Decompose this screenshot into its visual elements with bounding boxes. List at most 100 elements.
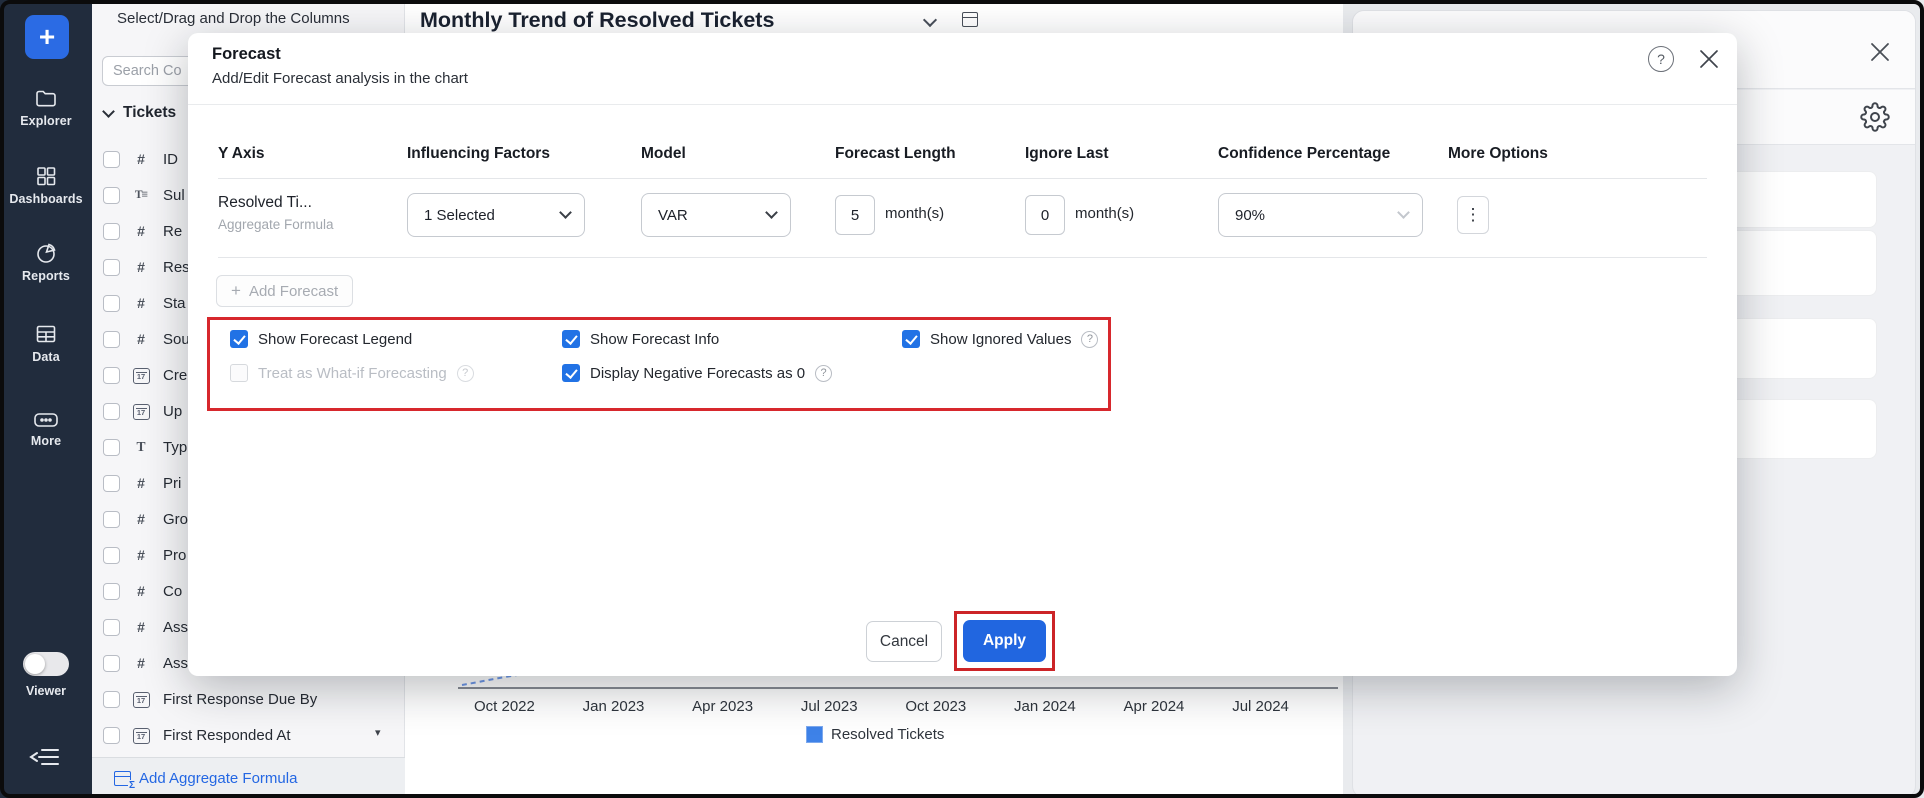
collapse-sidebar-icon[interactable]	[28, 744, 64, 775]
chevron-down-icon[interactable]	[923, 13, 937, 27]
close-icon[interactable]	[1696, 46, 1722, 77]
checkbox[interactable]	[103, 475, 120, 492]
sidebar-item-data[interactable]: Data	[0, 322, 92, 364]
checkbox-checked[interactable]	[902, 330, 920, 348]
checkbox[interactable]	[103, 367, 120, 384]
confidence-percentage-select[interactable]: 90%	[1218, 193, 1423, 237]
sidebar-item-label: Dashboards	[0, 192, 92, 206]
checkbox[interactable]	[103, 151, 120, 168]
checkbox[interactable]	[103, 403, 120, 420]
checkbox[interactable]	[103, 619, 120, 636]
legend-swatch	[806, 726, 823, 743]
cancel-button[interactable]: Cancel	[866, 621, 942, 662]
help-icon: ?	[457, 365, 474, 382]
forecast-length-input[interactable]	[835, 195, 875, 235]
option-show-forecast-legend[interactable]: Show Forecast Legend	[230, 330, 412, 348]
model-select[interactable]: VAR	[641, 193, 791, 237]
column-label: Pri	[163, 475, 181, 492]
column-label: Co	[163, 583, 182, 600]
create-new-button[interactable]: +	[25, 15, 69, 59]
checkbox[interactable]	[103, 259, 120, 276]
help-icon[interactable]: ?	[815, 365, 832, 382]
checkbox[interactable]	[103, 439, 120, 456]
help-icon[interactable]: ?	[1648, 46, 1674, 72]
table-view-icon[interactable]	[962, 12, 978, 27]
highlighted-options-section: Show Forecast Legend Show Forecast Info …	[207, 317, 1111, 411]
column-label: Sul	[163, 187, 185, 204]
sidebar-item-more[interactable]: More	[0, 410, 92, 448]
option-treat-as-whatif: Treat as What-if Forecasting ?	[230, 364, 474, 382]
help-icon[interactable]: ?	[1081, 331, 1098, 348]
checkbox[interactable]	[103, 187, 120, 204]
sidebar-item-dashboards[interactable]: Dashboards	[0, 164, 92, 206]
column-label: Ass	[163, 655, 188, 672]
column-label: First Response Due By	[163, 691, 317, 708]
column-label: Up	[163, 403, 182, 420]
list-item[interactable]: 17 First Responded At	[92, 717, 405, 753]
sidebar-item-label: Reports	[0, 269, 92, 283]
number-icon: #	[128, 583, 154, 599]
checkbox-checked[interactable]	[230, 330, 248, 348]
column-label: Res	[163, 259, 190, 276]
checkbox[interactable]	[103, 583, 120, 600]
forecast-modal: Forecast Add/Edit Forecast analysis in t…	[188, 33, 1737, 676]
checkbox-unchecked	[230, 364, 248, 382]
date-icon: 17	[133, 404, 150, 420]
col-header-confidence: Confidence Percentage	[1218, 145, 1390, 163]
number-icon: #	[128, 223, 154, 239]
checkbox-checked[interactable]	[562, 330, 580, 348]
column-label: Ass	[163, 619, 188, 636]
checkbox[interactable]	[103, 511, 120, 528]
scroll-down-arrow[interactable]: ▾	[375, 726, 381, 739]
column-label: Cre	[163, 367, 187, 384]
ignore-last-input[interactable]	[1025, 195, 1065, 235]
option-label: Treat as What-if Forecasting	[258, 365, 447, 382]
divider	[188, 104, 1737, 105]
apply-button[interactable]: Apply	[963, 620, 1046, 662]
select-value: 90%	[1235, 207, 1265, 224]
checkbox[interactable]	[103, 655, 120, 672]
sidebar-item-reports[interactable]: Reports	[0, 241, 92, 283]
checkbox[interactable]	[103, 223, 120, 240]
add-aggregate-formula-link[interactable]: Add Aggregate Formula	[92, 757, 405, 798]
col-header-more-options: More Options	[1448, 145, 1548, 163]
checkbox[interactable]	[103, 727, 120, 744]
checkbox[interactable]	[103, 691, 120, 708]
chart-legend[interactable]: Resolved Tickets	[806, 726, 944, 743]
sidebar-item-label: Data	[0, 350, 92, 364]
add-forecast-button[interactable]: + Add Forecast	[216, 275, 353, 307]
option-label: Display Negative Forecasts as 0	[590, 365, 805, 382]
more-options-kebab-button[interactable]: ⋮	[1457, 196, 1489, 234]
influencing-factors-select[interactable]: 1 Selected	[407, 193, 585, 237]
number-icon: #	[128, 655, 154, 671]
multiline-text-icon: T≡	[128, 189, 154, 201]
divider	[218, 257, 1707, 258]
option-display-negative-as-0[interactable]: Display Negative Forecasts as 0 ?	[562, 364, 832, 382]
checkbox[interactable]	[103, 295, 120, 312]
y-axis-column-name: Resolved Ti...	[218, 194, 312, 212]
number-icon: #	[128, 151, 154, 167]
checkbox-checked[interactable]	[562, 364, 580, 382]
column-label: ID	[163, 151, 178, 168]
tickets-group-toggle[interactable]: Tickets	[104, 104, 176, 122]
date-icon: 17	[133, 368, 150, 384]
close-icon[interactable]	[1867, 39, 1893, 70]
col-header-ignore-last: Ignore Last	[1025, 145, 1109, 163]
checkbox[interactable]	[103, 331, 120, 348]
toggle-knob	[25, 654, 45, 674]
gear-icon[interactable]	[1860, 102, 1890, 137]
viewer-toggle[interactable]	[23, 652, 69, 676]
x-axis-line	[458, 687, 1338, 689]
column-label: Re	[163, 223, 182, 240]
sidebar-item-explorer[interactable]: Explorer	[0, 86, 92, 128]
dashboards-grid-icon	[0, 164, 92, 188]
select-value: VAR	[658, 207, 688, 224]
number-icon: #	[128, 295, 154, 311]
date-icon: 17	[133, 728, 150, 744]
checkbox[interactable]	[103, 547, 120, 564]
option-show-ignored-values[interactable]: Show Ignored Values ?	[902, 330, 1098, 348]
pie-chart-icon	[0, 241, 92, 265]
list-item[interactable]: 17First Response Due By	[92, 681, 405, 717]
option-show-forecast-info[interactable]: Show Forecast Info	[562, 330, 719, 348]
column-label: First Responded At	[163, 727, 291, 744]
